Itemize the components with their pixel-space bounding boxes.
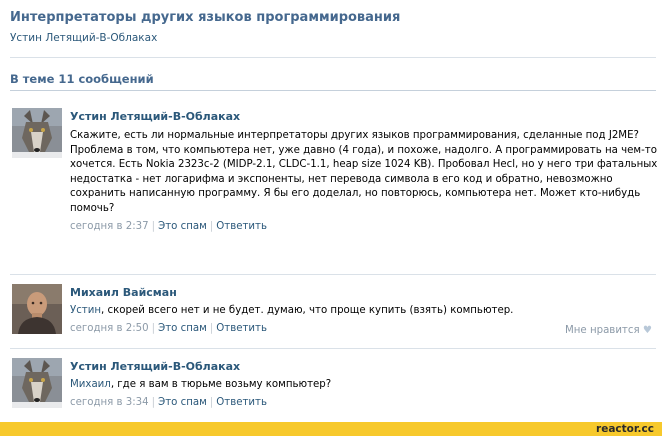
avatar[interactable] bbox=[12, 284, 62, 334]
post-text: Устин, скорей всего нет и не будет. дума… bbox=[70, 305, 514, 316]
post: Устин Летящий-В-Облаках Михаил, где я ва… bbox=[70, 359, 658, 411]
like-button[interactable]: Мне нравится ♥ bbox=[565, 325, 652, 336]
avatar[interactable] bbox=[12, 108, 62, 158]
post-author-link[interactable]: Устин Летящий-В-Облаках bbox=[70, 359, 658, 375]
reply-to-link[interactable]: Устин bbox=[70, 305, 101, 316]
post: Устин Летящий-В-Облаках Скажите, есть ли… bbox=[70, 109, 658, 235]
post-time: сегодня в 2:37 bbox=[70, 220, 149, 232]
spam-link[interactable]: Это спам bbox=[158, 221, 207, 232]
divider bbox=[10, 57, 656, 58]
divider bbox=[10, 348, 656, 349]
reply-link[interactable]: Ответить bbox=[216, 221, 267, 232]
like-label: Мне нравится bbox=[564, 325, 640, 336]
post-author-link[interactable]: Устин Летящий-В-Облаках bbox=[70, 109, 658, 125]
heart-icon: ♥ bbox=[642, 325, 652, 336]
reply-to-link[interactable]: Михаил bbox=[70, 379, 111, 390]
spam-link[interactable]: Это спам bbox=[158, 397, 207, 408]
reply-link[interactable]: Ответить bbox=[216, 397, 267, 408]
post-time: сегодня в 3:34 bbox=[70, 396, 149, 408]
spam-link[interactable]: Это спам bbox=[158, 323, 207, 334]
divider bbox=[10, 274, 656, 275]
man-avatar-icon bbox=[12, 284, 62, 334]
message-count-bar: В теме 11 сообщений bbox=[10, 68, 656, 91]
reply-link[interactable]: Ответить bbox=[216, 323, 267, 334]
avatar[interactable] bbox=[12, 358, 62, 408]
post-text: Скажите, есть ли нормальные интерпретато… bbox=[70, 130, 658, 214]
watermark-bar: reactor.cc bbox=[0, 422, 662, 436]
post-meta: сегодня в 2:37 | Это спам | Ответить bbox=[70, 220, 267, 232]
wolf-avatar-icon bbox=[12, 108, 62, 158]
topic-title: Интерпретаторы других языков программиро… bbox=[10, 10, 401, 25]
post-time: сегодня в 2:50 bbox=[70, 322, 149, 334]
watermark: reactor.cc bbox=[596, 423, 654, 435]
post-meta: сегодня в 3:34 | Это спам | Ответить bbox=[70, 396, 267, 408]
post-text: Михаил, где я вам в тюрьме возьму компью… bbox=[70, 379, 332, 390]
topic-author-link[interactable]: Устин Летящий-В-Облаках bbox=[10, 32, 157, 44]
message-count: В теме 11 сообщений bbox=[10, 72, 154, 86]
post-author-link[interactable]: Михаил Вайсман bbox=[70, 285, 658, 301]
wolf-avatar-icon bbox=[12, 358, 62, 408]
